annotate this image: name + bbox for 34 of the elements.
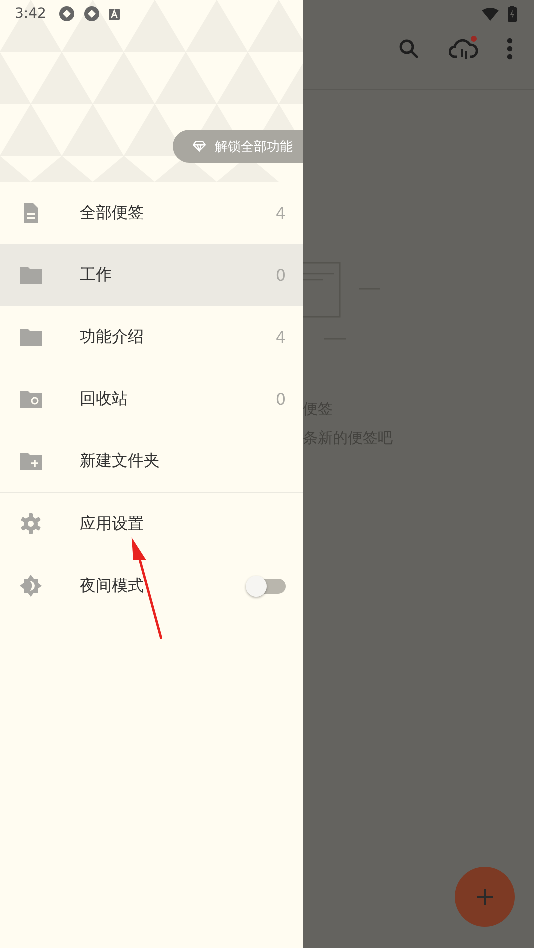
folder-icon <box>19 265 43 285</box>
plus-icon <box>475 887 495 907</box>
item-label: 回收站 <box>80 388 129 410</box>
drawer-item[interactable]: 工作 0 <box>0 244 303 306</box>
drawer-item[interactable]: 夜间模式 <box>0 555 303 617</box>
item-count: 0 <box>276 390 286 408</box>
more-icon[interactable] <box>507 38 513 60</box>
battery-charging-icon <box>508 6 517 22</box>
drawer-item[interactable]: 功能介绍 4 <box>0 306 303 368</box>
drawer-item[interactable]: 应用设置 <box>0 493 303 555</box>
cloud-sync-icon[interactable] <box>449 36 479 62</box>
drawer-item[interactable]: 全部便签 4 <box>0 182 303 244</box>
drawer-item[interactable]: 回收站 0 <box>0 368 303 430</box>
item-label: 应用设置 <box>80 514 145 534</box>
drawer-item[interactable]: 新建文件夹 <box>0 430 303 492</box>
wifi-icon <box>482 8 499 20</box>
folder-icon <box>19 327 43 347</box>
aperture-icon <box>84 6 100 22</box>
item-label: 全部便签 <box>80 202 145 224</box>
item-label: 新建文件夹 <box>80 450 161 472</box>
item-label: 夜间模式 <box>80 576 145 596</box>
diamond-icon <box>193 141 206 152</box>
item-label: 功能介绍 <box>80 326 145 348</box>
status-time: 3:42 <box>15 6 46 22</box>
keyboard-a-icon <box>109 8 120 20</box>
new-folder-icon <box>19 451 43 471</box>
item-count: 0 <box>276 266 286 284</box>
item-count: 4 <box>276 204 286 222</box>
item-label: 工作 <box>80 264 113 286</box>
item-count: 4 <box>276 328 286 346</box>
recycle-folder-icon <box>19 389 43 409</box>
settings-icon <box>19 512 43 536</box>
aperture-icon <box>59 6 76 22</box>
brightness-icon <box>19 574 43 598</box>
